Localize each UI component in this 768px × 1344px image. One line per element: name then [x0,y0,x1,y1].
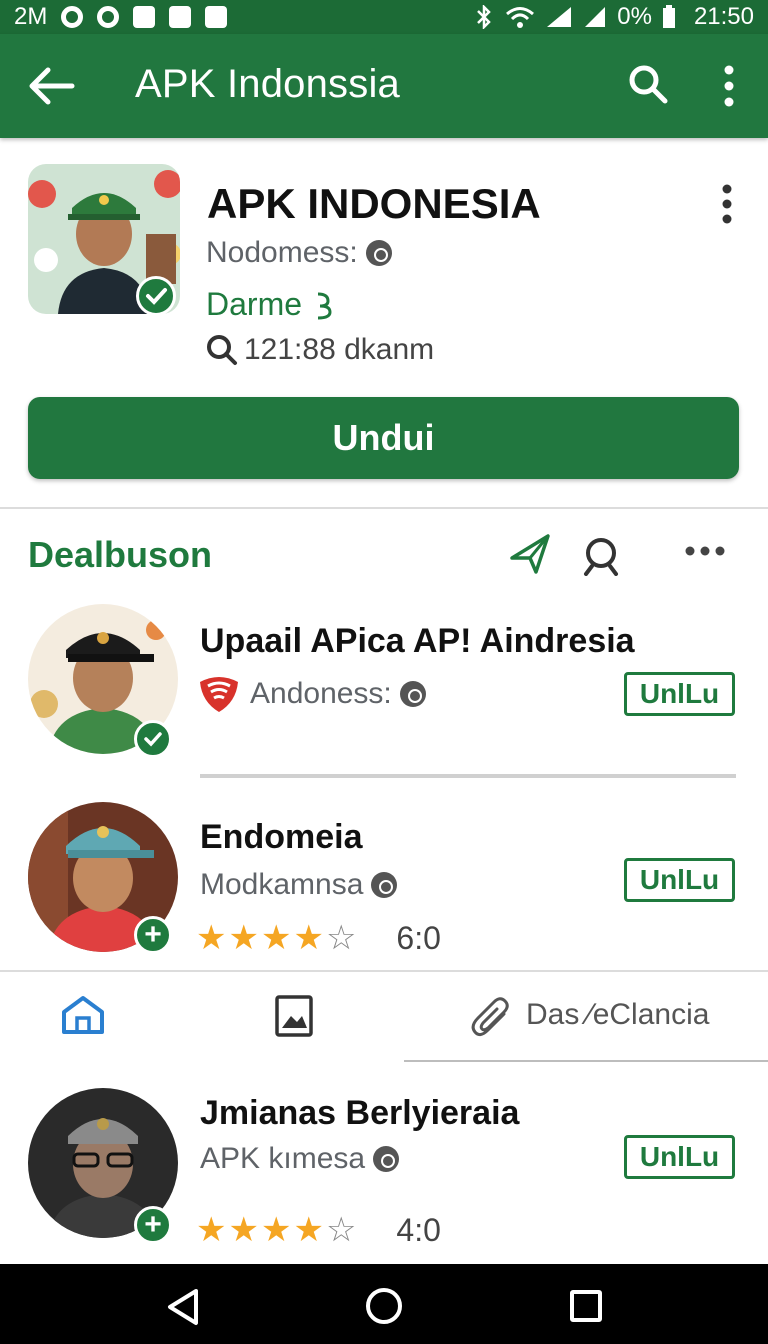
sync-notification-icon [97,6,120,28]
search-icon [207,335,237,365]
verified-badge-icon [134,720,172,758]
more-vert-icon[interactable] [712,62,746,110]
star-icon: ★ [293,1211,324,1249]
star-icon: ★ [260,1211,292,1249]
app-bar-title: APK Indonssia [135,62,400,106]
star-outline-icon: ☆ [325,1211,357,1249]
info-icon [373,1146,400,1172]
rating-value: 4:0 [396,1211,441,1248]
shield-icon [200,677,238,712]
link-icon [317,292,332,319]
list-item-subtitle: Andoness: [196,674,426,714]
tab-label[interactable]: Das ∕eClancia [526,998,709,1032]
info-icon [371,872,398,898]
publisher-name: APK kımesa [200,1142,366,1175]
add-badge-icon[interactable]: + [134,916,172,954]
divider [0,507,768,509]
verified-badge-icon [136,276,176,316]
divider [0,970,768,972]
rating: ★ ★ ★ ★ ☆ 4:0 [196,1210,441,1250]
battery-percent: 0% [617,3,652,30]
app-title: APK INDONESIA [207,180,541,227]
signal-icon [547,7,572,27]
star-icon: ★ [196,919,227,957]
divider [200,774,736,778]
attachment-icon[interactable] [470,996,514,1040]
more-horiz-icon[interactable] [684,544,726,558]
back-arrow-icon[interactable] [26,62,76,110]
publisher-name: Modkamnsa [200,868,364,901]
signal-2-icon [585,7,606,27]
rating-value: 6:0 [396,919,441,956]
star-icon: ★ [196,1211,227,1249]
nav-recents-icon[interactable] [570,1290,602,1322]
list-item-title[interactable]: Jmianas Berlyieraia [200,1094,519,1133]
bluetooth-icon [477,5,492,29]
status-bar: 2M 0% 21:50 [0,0,768,34]
install-button[interactable]: UnlLu [624,672,735,716]
status-left-text: 2M [14,3,48,30]
list-item-subtitle: Modkamnsa [200,868,398,902]
list-item-subtitle: APK kımesa [200,1142,400,1176]
install-button[interactable]: UnlLu [624,858,735,902]
app-bar: APK Indonssia [0,34,768,138]
list-item-title[interactable]: Endomeia [200,818,362,857]
star-icon: ★ [293,919,324,957]
image-icon[interactable] [274,994,314,1038]
star-icon: ★ [260,919,292,957]
list-item-title[interactable]: Upaail APica AP! Aindresia [200,622,635,661]
download-button[interactable]: Undui [28,397,739,479]
add-badge-icon[interactable]: + [134,1206,172,1244]
download-count: 121:88 dkanm [244,333,435,366]
navigation-bar [0,1264,768,1344]
message-notification-icon [169,6,192,28]
search-icon[interactable] [628,64,668,104]
clock: 21:50 [693,3,754,30]
plus-notification-icon [205,6,228,28]
stat-row: 121:88 dkanm [206,333,434,367]
wifi-icon [506,7,535,28]
search-icon[interactable] [582,536,622,576]
battery-icon [662,5,675,28]
section-title: Dealbuson [28,534,213,575]
nav-back-icon[interactable] [166,1288,200,1326]
info-icon [399,681,426,707]
tag-label: Darme [206,286,303,322]
send-icon[interactable] [508,532,552,576]
image-notification-icon [133,6,156,28]
nav-home-icon[interactable] [366,1288,402,1324]
install-button[interactable]: UnlLu [624,1135,735,1179]
publisher-row: Nodomess: [206,236,392,270]
tab-indicator [404,1060,768,1062]
tag-row[interactable]: Darme [206,286,336,323]
home-icon[interactable] [60,994,106,1036]
publisher-name: Nodomess: [206,236,358,269]
rating: ★ ★ ★ ★ ☆ 6:0 [196,918,441,958]
star-outline-icon: ☆ [325,919,357,957]
app-notification-icon [61,6,84,28]
info-icon [365,240,392,266]
more-vert-icon[interactable] [716,182,738,226]
star-icon: ★ [228,1211,259,1249]
publisher-name: Andoness: [250,677,392,710]
star-icon: ★ [228,919,259,957]
